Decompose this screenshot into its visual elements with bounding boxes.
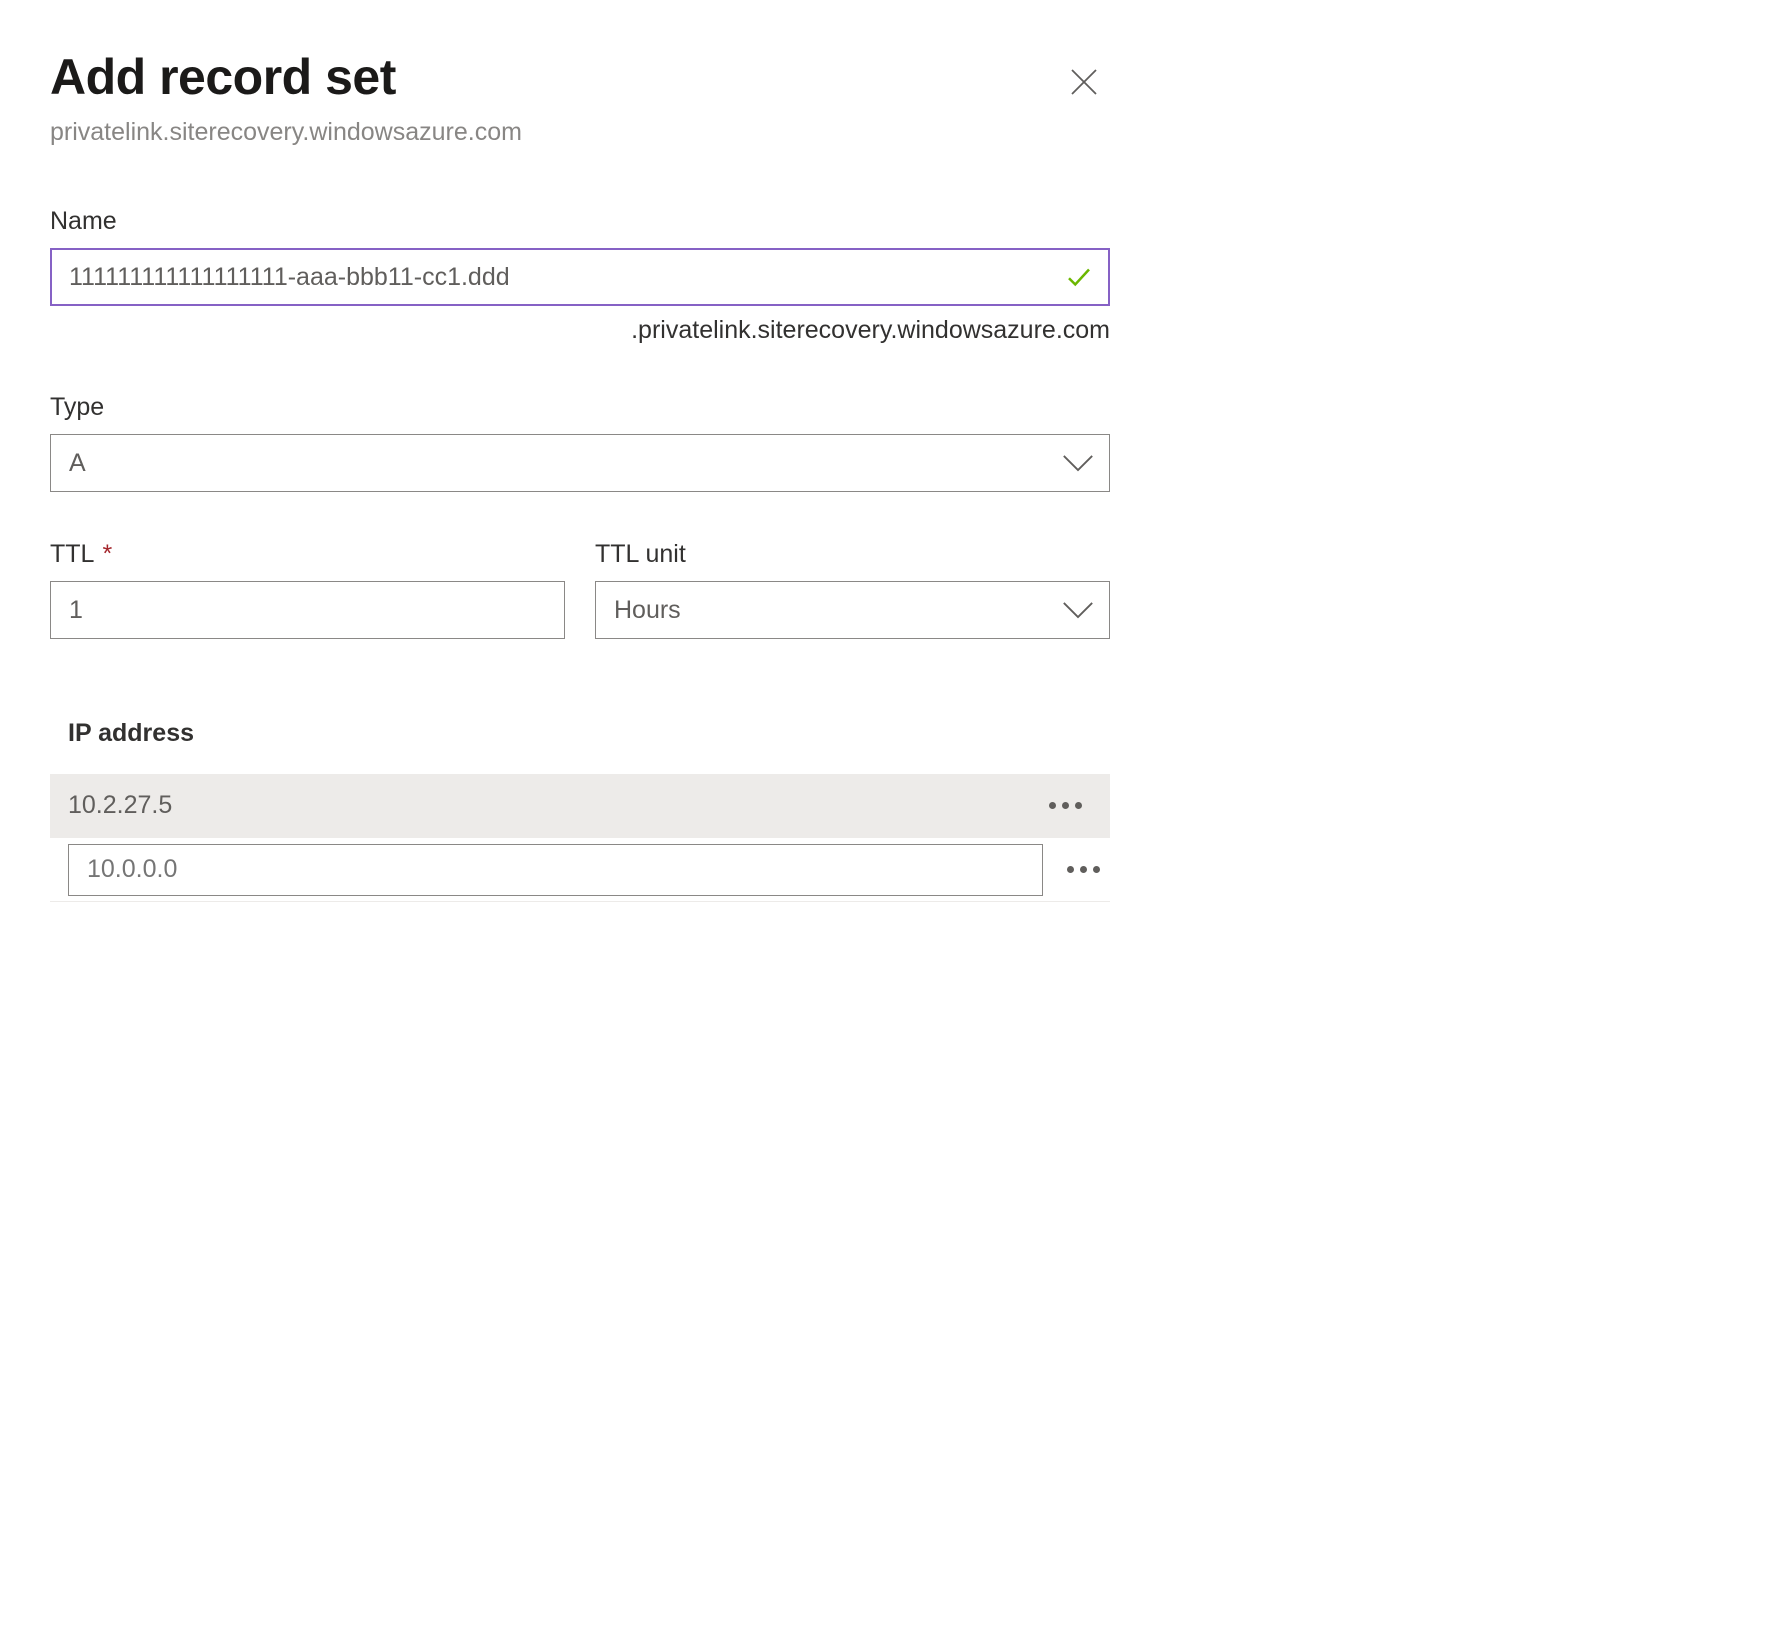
more-icon xyxy=(1049,802,1056,809)
ip-row-more-button[interactable] xyxy=(1055,858,1104,881)
ip-row-value: 10.2.27.5 xyxy=(68,791,1037,820)
more-icon xyxy=(1062,802,1069,809)
more-icon xyxy=(1067,866,1074,873)
ip-new-input[interactable] xyxy=(68,844,1043,896)
ttl-label: TTL * xyxy=(50,540,565,569)
type-select[interactable]: A xyxy=(50,434,1110,492)
type-select-value: A xyxy=(69,449,86,478)
name-suffix: .privatelink.siterecovery.windowsazure.c… xyxy=(50,316,1110,345)
ttl-field-group: TTL * xyxy=(50,540,565,639)
close-icon xyxy=(1066,64,1102,100)
chevron-down-icon xyxy=(1061,600,1095,620)
panel-title: Add record set xyxy=(50,50,396,105)
name-label: Name xyxy=(50,207,1110,236)
ttl-unit-select-value: Hours xyxy=(614,596,681,625)
chevron-down-icon xyxy=(1061,453,1095,473)
name-input-wrap xyxy=(50,248,1110,306)
ip-row-new xyxy=(50,838,1110,902)
more-icon xyxy=(1075,802,1082,809)
ttl-unit-field-group: TTL unit Hours xyxy=(595,540,1110,639)
ttl-row: TTL * TTL unit Hours xyxy=(50,540,1110,639)
ttl-input[interactable] xyxy=(50,581,565,639)
add-record-set-panel: Add record set privatelink.siterecovery.… xyxy=(50,50,1110,902)
required-asterisk: * xyxy=(102,540,112,568)
panel-subtitle: privatelink.siterecovery.windowsazure.co… xyxy=(50,118,1110,147)
type-field-group: Type A xyxy=(50,393,1110,492)
ttl-label-text: TTL xyxy=(50,540,94,568)
ip-address-list: 10.2.27.5 xyxy=(50,774,1110,902)
type-label: Type xyxy=(50,393,1110,422)
close-button[interactable] xyxy=(1058,56,1110,108)
panel-header: Add record set xyxy=(50,50,1110,108)
ip-row-more-button[interactable] xyxy=(1037,794,1086,817)
ttl-unit-select[interactable]: Hours xyxy=(595,581,1110,639)
name-field-group: Name .privatelink.siterecovery.windowsaz… xyxy=(50,207,1110,345)
checkmark-icon xyxy=(1064,262,1094,292)
ttl-unit-label: TTL unit xyxy=(595,540,1110,569)
name-input[interactable] xyxy=(50,248,1110,306)
more-icon xyxy=(1080,866,1087,873)
more-icon xyxy=(1093,866,1100,873)
ip-row[interactable]: 10.2.27.5 xyxy=(50,774,1110,838)
ip-address-heading: IP address xyxy=(50,719,1110,748)
